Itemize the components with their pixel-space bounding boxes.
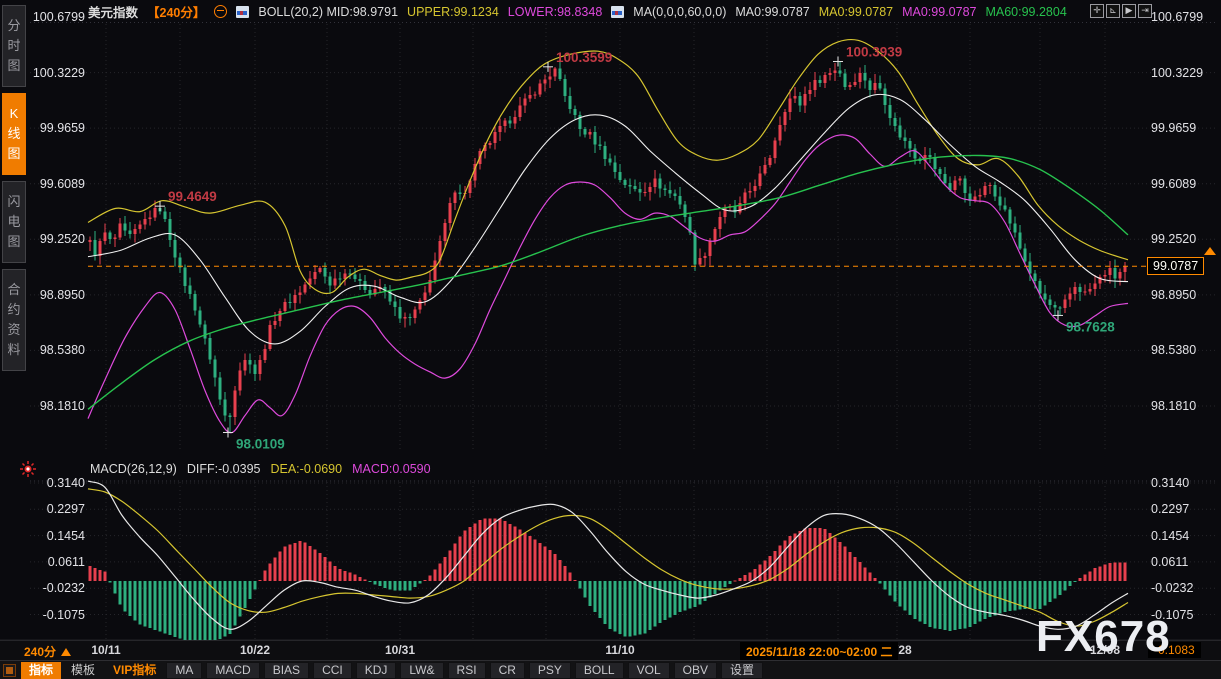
svg-text:99.4649: 99.4649 bbox=[168, 189, 217, 204]
crosshair-icon[interactable]: ✛ bbox=[1090, 4, 1104, 18]
ma0-yellow-value: MA0:99.0787 bbox=[819, 5, 893, 19]
macd-tick-label: 0.1454 bbox=[47, 529, 85, 543]
svg-text:100.3599: 100.3599 bbox=[556, 50, 612, 65]
toolbar-button-模板[interactable]: 模板 bbox=[63, 662, 103, 679]
collapse-icon[interactable] bbox=[214, 5, 227, 18]
up-triangle-icon bbox=[61, 648, 71, 656]
chart-canvas: 99.4649 100.3599 100.3939 98.0109 98.7628 bbox=[0, 0, 1221, 679]
toolbar-button-BOLL[interactable]: BOLL bbox=[575, 662, 624, 679]
price-tick-label: 99.6089 bbox=[40, 177, 85, 191]
price-tick-label: 99.2520 bbox=[1151, 232, 1196, 246]
svg-text:100.3939: 100.3939 bbox=[846, 45, 902, 60]
macd-tick-label: 0.0611 bbox=[48, 555, 85, 569]
indicator-burst-icon[interactable] bbox=[20, 461, 36, 477]
trading-app-window: 99.4649 100.3599 100.3939 98.0109 98.7628 分时… bbox=[0, 0, 1221, 679]
macd-tick-label: 0.3140 bbox=[1151, 476, 1189, 490]
ma0-white-value: MA0:99.0787 bbox=[735, 5, 809, 19]
macd-tick-label: -0.1075 bbox=[43, 608, 85, 622]
ma0-magenta-value: MA0:99.0787 bbox=[902, 5, 976, 19]
price-tick-label: 98.8950 bbox=[1151, 288, 1196, 302]
svg-text:98.0109: 98.0109 bbox=[236, 436, 285, 451]
sidebar: 分时图 K线图闪电图合约资料 bbox=[0, 0, 28, 660]
svg-text:98.7628: 98.7628 bbox=[1066, 319, 1115, 334]
toolbar-button-VIP指标[interactable]: VIP指标 bbox=[105, 662, 164, 679]
macd-tick-label: 0.0611 bbox=[1151, 555, 1188, 569]
crosshair-date-label: 2025/11/18 22:00~02:00 二 bbox=[740, 642, 898, 661]
toolbar-menu-icon[interactable] bbox=[3, 664, 16, 677]
price-tick-label: 100.6799 bbox=[33, 10, 85, 24]
macd-tick-label: 0.1454 bbox=[1151, 529, 1189, 543]
toolbar-button-指标[interactable]: 指标 bbox=[21, 662, 61, 679]
price-tick-label: 98.5380 bbox=[1151, 343, 1196, 357]
boll-indicator-icon[interactable] bbox=[236, 6, 249, 18]
toolbar-button-RSI[interactable]: RSI bbox=[448, 662, 486, 679]
ma-params: MA(0,0,0,60,0,0) bbox=[633, 5, 726, 19]
right-price-axis: 100.6799 100.3229 99.9659 99.6089 99.2520 98.… bbox=[1151, 0, 1217, 679]
boll-upper-value: UPPER:99.1234 bbox=[407, 5, 499, 19]
toolbar-button-LW&[interactable]: LW& bbox=[400, 662, 443, 679]
axis-scale-icon[interactable]: ⊾ bbox=[1106, 4, 1120, 18]
macd-tick-label: -0.1075 bbox=[1151, 608, 1193, 622]
macd-value: MACD:0.0590 bbox=[352, 462, 431, 476]
play-chart-icon[interactable]: ▶ bbox=[1122, 4, 1136, 18]
price-tick-label: 98.1810 bbox=[1151, 399, 1196, 413]
macd-header: MACD(26,12,9) DIFF:-0.0395 DEA:-0.0690 M… bbox=[90, 462, 431, 476]
toolbar-button-PSY[interactable]: PSY bbox=[529, 662, 571, 679]
sidebar-tabs: 分时图 K线图闪电图合约资料 bbox=[0, 0, 28, 371]
toolbar-button-CR[interactable]: CR bbox=[490, 662, 525, 679]
macd-tick-label: -0.0232 bbox=[43, 581, 85, 595]
time-axis-row: 240分 10/1110/2210/3111/1011/2812/08 2025… bbox=[0, 640, 1221, 661]
sidebar-tab-闪电图[interactable]: 闪电图 bbox=[2, 181, 26, 263]
macd-dea-value: DEA:-0.0690 bbox=[270, 462, 342, 476]
toolbar-button-KDJ[interactable]: KDJ bbox=[356, 662, 397, 679]
price-tick-label: 99.9659 bbox=[1151, 121, 1196, 135]
ma60-value: MA60:99.2804 bbox=[985, 5, 1066, 19]
macd-diff-value: DIFF:-0.0395 bbox=[187, 462, 261, 476]
ma-indicator-icon[interactable] bbox=[611, 6, 624, 18]
date-label-10/11: 10/11 bbox=[91, 643, 120, 657]
date-label-10/22: 10/22 bbox=[240, 643, 270, 657]
macd-tick-label: 0.2297 bbox=[47, 502, 85, 516]
price-tick-label: 98.1810 bbox=[40, 399, 85, 413]
toolbar-button-OBV[interactable]: OBV bbox=[674, 662, 717, 679]
date-label-12/08: 12/08 bbox=[1090, 643, 1120, 657]
macd-tick-label: 0.3140 bbox=[47, 476, 85, 490]
date-label-11/10: 11/10 bbox=[605, 643, 634, 657]
toolbar-button-MACD[interactable]: MACD bbox=[206, 662, 259, 679]
price-tick-label: 99.6089 bbox=[1151, 177, 1196, 191]
macd-title: MACD(26,12,9) bbox=[90, 462, 177, 476]
period-text: 240分 bbox=[24, 643, 56, 660]
price-tick-label: 100.3229 bbox=[1151, 66, 1203, 80]
pan-right-icon[interactable]: ⇥ bbox=[1138, 4, 1152, 18]
sidebar-tab-合约资料[interactable]: 合约资料 bbox=[2, 269, 26, 371]
toolbar-button-CCI[interactable]: CCI bbox=[313, 662, 352, 679]
price-tick-label: 98.8950 bbox=[40, 288, 85, 302]
price-tick-label: 98.5380 bbox=[40, 343, 85, 357]
toolbar-button-BIAS[interactable]: BIAS bbox=[264, 662, 309, 679]
price-tick-label: 100.6799 bbox=[1151, 10, 1203, 24]
price-up-arrow-icon bbox=[1204, 247, 1216, 255]
last-price-label: 99.0787 bbox=[1147, 257, 1204, 275]
boll-values: BOLL(20,2) MID:98.9791 bbox=[258, 5, 398, 19]
date-label-10/31: 10/31 bbox=[385, 643, 415, 657]
price-tick-label: 100.3229 bbox=[33, 66, 85, 80]
indicator-header: 美元指数 【240分】 BOLL(20,2) MID:98.9791 UPPER… bbox=[88, 3, 1067, 20]
toolbar-button-MA[interactable]: MA bbox=[166, 662, 202, 679]
symbol-title: 美元指数 bbox=[88, 2, 138, 21]
toolbar-button-VOL[interactable]: VOL bbox=[628, 662, 670, 679]
sidebar-tab-K线图[interactable]: K线图 bbox=[2, 93, 26, 175]
toolbar-button-设置[interactable]: 设置 bbox=[721, 662, 763, 679]
macd-tick-label: -0.0232 bbox=[1151, 581, 1193, 595]
left-price-axis: 100.6799 100.3229 99.9659 99.6089 99.2520 98.… bbox=[28, 0, 85, 679]
price-tick-label: 99.2520 bbox=[40, 232, 85, 246]
period-selector[interactable]: 240分 bbox=[24, 643, 71, 660]
pane-tool-icons: ✛ ⊾ ▶ ⇥ bbox=[1090, 4, 1152, 18]
macd-corner-value: -0.1083 bbox=[1148, 642, 1201, 658]
sidebar-tab-分时图[interactable]: 分时图 bbox=[2, 5, 26, 87]
bottom-toolbar: 指标模板VIP指标MAMACD BIASCCIKDJLW&RSICRPSYBOLL… bbox=[0, 660, 1221, 679]
boll-lower-value: LOWER:98.8348 bbox=[508, 5, 603, 19]
period-badge: 【240分】 bbox=[147, 2, 205, 21]
price-tick-label: 99.9659 bbox=[40, 121, 85, 135]
macd-tick-label: 0.2297 bbox=[1151, 502, 1189, 516]
